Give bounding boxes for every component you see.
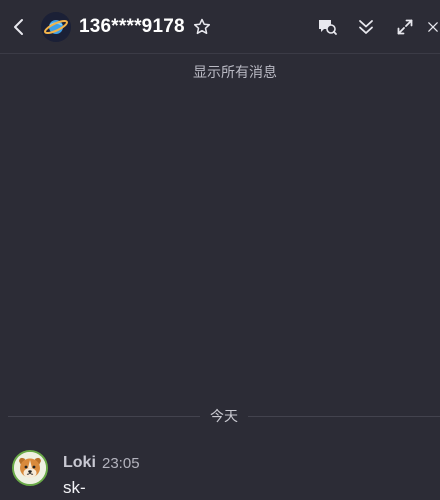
search-messages-button[interactable]: [313, 13, 341, 41]
planet-icon: [41, 12, 71, 42]
close-icon: [428, 22, 438, 32]
chevron-left-icon: [14, 19, 23, 35]
message-text: sk-: [63, 478, 86, 497]
close-button[interactable]: [426, 13, 440, 41]
double-chevron-down-icon: [359, 20, 373, 34]
show-all-messages-link[interactable]: 显示所有消息: [0, 62, 440, 82]
message-timestamp: 23:05: [102, 455, 140, 472]
date-divider-label: 今天: [200, 405, 248, 427]
expand-arrows-icon: [397, 19, 413, 35]
chat-window: 136****9178 显示所有消息 今天 Loki 23:05 sk-: [0, 0, 440, 500]
expand-button[interactable]: [391, 13, 419, 41]
chat-title: 136****9178: [79, 16, 185, 37]
scroll-to-bottom-button[interactable]: [352, 13, 380, 41]
sender-avatar[interactable]: [12, 450, 48, 486]
back-button[interactable]: [5, 13, 33, 41]
message-sender-name[interactable]: Loki: [63, 454, 96, 472]
contact-avatar[interactable]: [41, 12, 71, 42]
date-divider: 今天: [8, 405, 440, 427]
favorite-button[interactable]: [188, 13, 216, 41]
chat-search-icon: [319, 20, 337, 35]
star-outline-icon: [193, 18, 211, 35]
chat-header: 136****9178: [0, 0, 440, 54]
dog-avatar-icon: [14, 452, 46, 484]
